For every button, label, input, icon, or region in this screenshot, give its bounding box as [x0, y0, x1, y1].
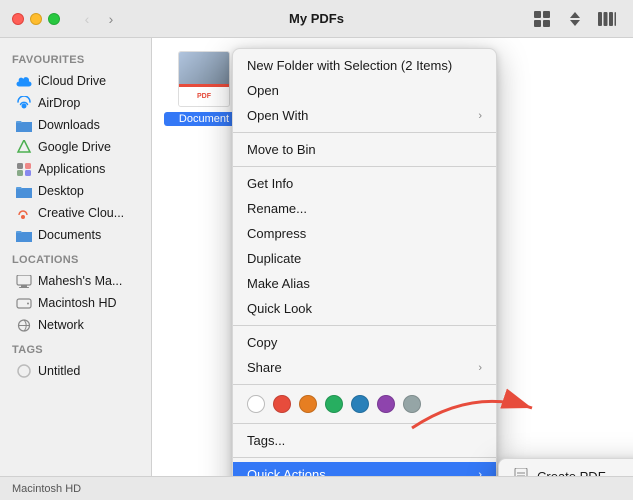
creative-cloud-icon	[16, 205, 32, 221]
share-arrow: ›	[478, 362, 482, 374]
maximize-button[interactable]	[48, 13, 60, 25]
color-gray[interactable]	[403, 395, 421, 413]
sort-icon[interactable]	[561, 8, 589, 30]
file-area: PDF Document New Folder with Selection (…	[152, 38, 633, 476]
ctx-rename[interactable]: Rename...	[233, 196, 496, 221]
status-text: Macintosh HD	[12, 483, 81, 495]
sidebar-item-network[interactable]: Network	[4, 314, 147, 336]
ctx-sep-4	[233, 384, 496, 385]
airdrop-icon	[16, 95, 32, 111]
desktop-icon	[16, 183, 32, 199]
ctx-move-to-bin[interactable]: Move to Bin	[233, 137, 496, 162]
nav-arrows: ‹ ›	[76, 8, 122, 30]
sidebar-item-cc-label: Creative Clou...	[38, 206, 124, 220]
hd-icon	[16, 295, 32, 311]
tag-icon	[16, 363, 32, 379]
color-purple[interactable]	[377, 395, 395, 413]
sidebar-item-airdrop[interactable]: AirDrop	[4, 92, 147, 114]
sidebar-item-documents[interactable]: Documents	[4, 224, 147, 246]
view-controls	[529, 8, 621, 30]
ctx-color-tags	[233, 389, 496, 419]
tags-label: Tags	[0, 336, 151, 360]
network-icon	[16, 317, 32, 333]
sidebar-item-downloads[interactable]: Downloads	[4, 114, 147, 136]
locations-label: Locations	[0, 246, 151, 270]
ctx-sep-6	[233, 457, 496, 458]
sidebar-item-macintosh-hd[interactable]: Macintosh HD	[4, 292, 147, 314]
sidebar-item-untitled-label: Untitled	[38, 364, 80, 378]
sidebar: Favourites iCloud Drive AirDrop Download…	[0, 38, 152, 476]
sidebar-item-gdrive-label: Google Drive	[38, 140, 111, 154]
sidebar-item-downloads-label: Downloads	[38, 118, 100, 132]
icloud-icon	[16, 73, 32, 89]
mac-icon	[16, 273, 32, 289]
ctx-duplicate[interactable]: Duplicate	[233, 246, 496, 271]
ctx-share[interactable]: Share ›	[233, 355, 496, 380]
color-red[interactable]	[273, 395, 291, 413]
sidebar-item-desktop[interactable]: Desktop	[4, 180, 147, 202]
grid-view-icon[interactable]	[529, 8, 557, 30]
sidebar-item-hd-label: Macintosh HD	[38, 296, 117, 310]
ctx-copy[interactable]: Copy	[233, 330, 496, 355]
ctx-sep-2	[233, 166, 496, 167]
ctx-compress[interactable]: Compress	[233, 221, 496, 246]
gdrive-icon	[16, 139, 32, 155]
sidebar-item-google-drive[interactable]: Google Drive	[4, 136, 147, 158]
sidebar-item-airdrop-label: AirDrop	[38, 96, 80, 110]
color-orange[interactable]	[299, 395, 317, 413]
ctx-new-folder[interactable]: New Folder with Selection (2 Items)	[233, 53, 496, 78]
sub-create-pdf[interactable]: Create PDF	[499, 463, 633, 476]
ctx-sep-1	[233, 132, 496, 133]
close-button[interactable]	[12, 13, 24, 25]
sidebar-item-applications-label: Applications	[38, 162, 105, 176]
quick-actions-submenu: Create PDF PDF to JPG Customise...	[498, 458, 633, 476]
back-button[interactable]: ‹	[76, 8, 98, 30]
ctx-get-info[interactable]: Get Info	[233, 171, 496, 196]
sidebar-item-creative-cloud[interactable]: Creative Clou...	[4, 202, 147, 224]
ctx-sep-5	[233, 423, 496, 424]
ctx-make-alias[interactable]: Make Alias	[233, 271, 496, 296]
sidebar-item-network-label: Network	[38, 318, 84, 332]
ctx-open[interactable]: Open	[233, 78, 496, 103]
sidebar-item-mahesh-label: Mahesh's Ma...	[38, 274, 122, 288]
applications-icon	[16, 161, 32, 177]
sidebar-item-untitled-tag[interactable]: Untitled	[4, 360, 147, 382]
sidebar-item-desktop-label: Desktop	[38, 184, 84, 198]
favourites-label: Favourites	[0, 46, 151, 70]
ctx-quick-actions[interactable]: Quick Actions › Create PDF PDF to J	[233, 462, 496, 476]
downloads-folder-icon	[16, 117, 32, 133]
quick-actions-arrow: ›	[478, 469, 482, 477]
window-title: My PDFs	[289, 11, 344, 26]
minimize-button[interactable]	[30, 13, 42, 25]
title-bar: ‹ › My PDFs	[0, 0, 633, 38]
ctx-sep-3	[233, 325, 496, 326]
color-green[interactable]	[325, 395, 343, 413]
sidebar-item-applications[interactable]: Applications	[4, 158, 147, 180]
sidebar-item-icloud[interactable]: iCloud Drive	[4, 70, 147, 92]
open-with-arrow: ›	[478, 110, 482, 122]
ctx-tags[interactable]: Tags...	[233, 428, 496, 453]
create-pdf-label: Create PDF	[537, 469, 606, 477]
main-area: Favourites iCloud Drive AirDrop Download…	[0, 38, 633, 476]
sidebar-item-mahesh[interactable]: Mahesh's Ma...	[4, 270, 147, 292]
file-thumbnail-1: PDF	[175, 50, 233, 108]
window-controls	[12, 13, 60, 25]
documents-folder-icon	[16, 227, 32, 243]
context-menu: New Folder with Selection (2 Items) Open…	[232, 48, 497, 476]
sidebar-item-icloud-label: iCloud Drive	[38, 74, 106, 88]
ctx-quick-look[interactable]: Quick Look	[233, 296, 496, 321]
color-blue[interactable]	[351, 395, 369, 413]
ctx-open-with[interactable]: Open With ›	[233, 103, 496, 128]
sidebar-item-documents-label: Documents	[38, 228, 101, 242]
create-pdf-icon	[513, 468, 529, 476]
columns-view-icon[interactable]	[593, 8, 621, 30]
status-bar: Macintosh HD	[0, 476, 633, 500]
forward-button[interactable]: ›	[100, 8, 122, 30]
color-none[interactable]	[247, 395, 265, 413]
